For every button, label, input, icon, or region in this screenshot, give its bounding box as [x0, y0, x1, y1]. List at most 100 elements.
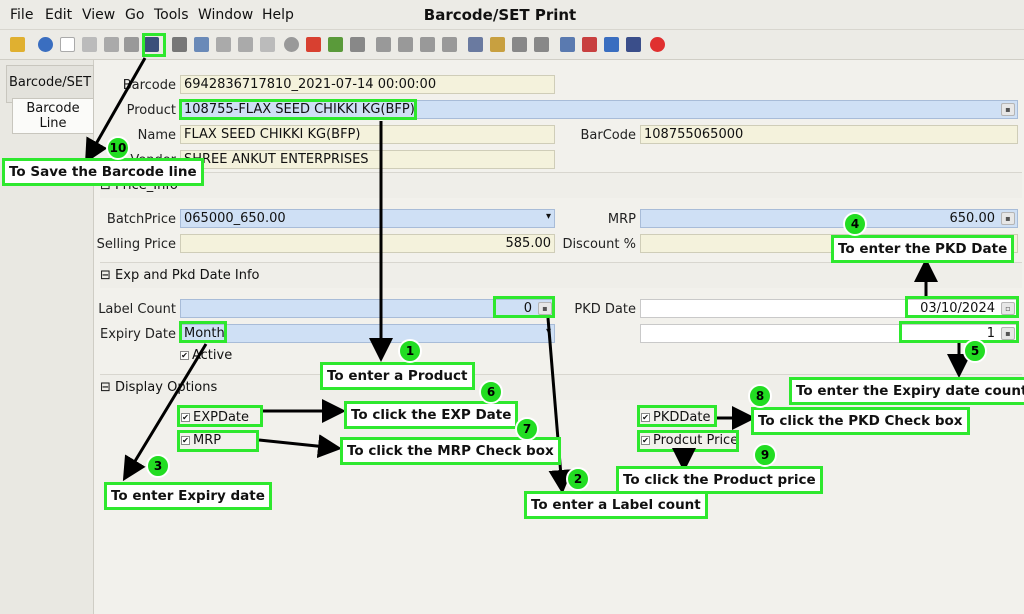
- back-icon[interactable]: [328, 37, 343, 52]
- history-icon[interactable]: [284, 37, 299, 52]
- badge-1: 1: [398, 339, 422, 363]
- check-icon: ✔: [180, 351, 189, 360]
- tab-panel: Barcode/SET Barcode Line: [0, 60, 94, 614]
- request-icon[interactable]: [626, 37, 641, 52]
- product-lookup-icon[interactable]: ▪: [1001, 103, 1015, 116]
- badge-2: 2: [566, 467, 590, 491]
- pkddate-checkbox[interactable]: ✔ PKDDate: [641, 410, 710, 425]
- mrp-value: 650.00: [949, 211, 996, 226]
- callout-7: To click the MRP Check box: [340, 437, 561, 465]
- copy-icon[interactable]: [82, 37, 97, 52]
- pkddate-label: PKDDate: [653, 410, 711, 425]
- product-field[interactable]: 108755-FLAX SEED CHIKKI KG(BFP) ▪: [180, 100, 1018, 119]
- check-icon: ✔: [181, 413, 190, 422]
- dates-title: Exp and Pkd Date Info: [115, 268, 260, 283]
- label-count-label: Label Count: [98, 302, 176, 317]
- product-info-icon[interactable]: [604, 37, 619, 52]
- expiry-count-field[interactable]: 1 ▪: [640, 324, 1018, 343]
- expiry-date-select[interactable]: Month ▾: [180, 324, 555, 343]
- close-icon[interactable]: [650, 37, 665, 52]
- callout-2: To enter a Label count: [524, 491, 708, 519]
- product-value: 108755-FLAX SEED CHIKKI KG(BFP): [184, 102, 415, 117]
- help-icon[interactable]: [38, 37, 53, 52]
- zoom-icon[interactable]: [560, 37, 575, 52]
- home-icon[interactable]: [306, 37, 321, 52]
- expiry-count-value: 1: [986, 326, 995, 341]
- check-icon: ✔: [641, 436, 650, 445]
- batchprice-label: BatchPrice: [106, 212, 176, 227]
- barcode2-label: BarCode: [580, 128, 636, 143]
- last-record-icon[interactable]: [442, 37, 457, 52]
- grid-icon[interactable]: [260, 37, 275, 52]
- name-field[interactable]: FLAX SEED CHIKKI KG(BFP): [180, 125, 555, 144]
- note-icon[interactable]: [238, 37, 253, 52]
- workflow-icon[interactable]: [582, 37, 597, 52]
- barcode2-field[interactable]: 108755065000: [640, 125, 1018, 144]
- callout-5: To enter the Expiry date count: [789, 377, 1024, 405]
- badge-3: 3: [146, 454, 170, 478]
- refresh-icon[interactable]: [172, 37, 187, 52]
- mrp-display-label: MRP: [193, 433, 222, 448]
- previous-record-icon[interactable]: [398, 37, 413, 52]
- product-price-label: Prodcut Price: [653, 433, 739, 448]
- forward-icon[interactable]: [350, 37, 365, 52]
- find-icon[interactable]: [194, 37, 209, 52]
- attach-icon[interactable]: [216, 37, 231, 52]
- discount-label: Discount %: [562, 237, 636, 252]
- calculator-icon[interactable]: ▪: [538, 302, 552, 315]
- badge-7: 7: [515, 417, 539, 441]
- tab-barcode-line[interactable]: Barcode Line: [12, 98, 94, 134]
- calculator-icon[interactable]: ▪: [1001, 212, 1015, 225]
- callout-6: To click the EXP Date: [344, 401, 519, 429]
- save-icon[interactable]: [144, 37, 159, 52]
- print-icon[interactable]: [534, 37, 549, 52]
- active-checkbox[interactable]: ✔ Active: [180, 348, 232, 363]
- window-title: Barcode/SET Print: [423, 6, 577, 24]
- barcode-field[interactable]: 6942836717810_2021-07-14 00:00:00: [180, 75, 555, 94]
- dates-section[interactable]: ⊟ Exp and Pkd Date Info: [100, 262, 1022, 288]
- expdate-label: EXPDate: [193, 410, 250, 425]
- first-record-icon[interactable]: [376, 37, 391, 52]
- callout-4: To enter the PKD Date: [831, 235, 1015, 263]
- callout-1: To enter a Product: [320, 362, 475, 390]
- undo-icon[interactable]: [10, 37, 25, 52]
- batchprice-value: 065000_650.00: [184, 211, 286, 226]
- callout-8: To click the PKD Check box: [751, 407, 970, 435]
- selling-price-label: Selling Price: [96, 237, 176, 252]
- vendor-field[interactable]: SHREE ANKUT ENTERPRISES: [180, 150, 555, 169]
- check-icon: ✔: [641, 413, 650, 422]
- report-icon[interactable]: [468, 37, 483, 52]
- mrp-field[interactable]: 650.00 ▪: [640, 209, 1018, 228]
- calculator-icon[interactable]: ▪: [1001, 327, 1015, 340]
- cut-icon[interactable]: [124, 37, 139, 52]
- badge-4: 4: [843, 212, 867, 236]
- new-icon[interactable]: [60, 37, 75, 52]
- badge-9: 9: [753, 443, 777, 467]
- product-price-checkbox[interactable]: ✔ Prodcut Price: [641, 433, 738, 448]
- label-count-field[interactable]: 0 ▪: [180, 299, 555, 318]
- barcode-label: Barcode: [122, 78, 176, 93]
- expiry-date-value: Month: [184, 326, 225, 341]
- selling-price-field[interactable]: 585.00: [180, 234, 555, 253]
- mrp-checkbox[interactable]: ✔ MRP: [181, 433, 221, 448]
- menu-bar: File Edit View Go Tools Window Help Barc…: [0, 0, 1024, 30]
- delete-icon[interactable]: [104, 37, 119, 52]
- display-options-title: Display Options: [115, 380, 218, 395]
- chevron-down-icon[interactable]: ▾: [546, 326, 551, 337]
- badge-6: 6: [479, 380, 503, 404]
- chevron-down-icon[interactable]: ▾: [546, 211, 551, 222]
- calendar-icon[interactable]: ▫: [1001, 302, 1015, 315]
- badge-8: 8: [748, 384, 772, 408]
- product-label: Product: [126, 103, 176, 118]
- mrp-label: MRP: [607, 212, 636, 227]
- expiry-date-label: Expiry Date: [99, 327, 176, 342]
- active-label: Active: [192, 348, 233, 363]
- price-info-section[interactable]: ⊟ Price_Info: [100, 172, 1022, 198]
- next-record-icon[interactable]: [420, 37, 435, 52]
- toolbar: [0, 30, 1024, 60]
- expdate-checkbox[interactable]: ✔ EXPDate: [181, 410, 249, 425]
- archive-icon[interactable]: [490, 37, 505, 52]
- print-preview-icon[interactable]: [512, 37, 527, 52]
- batchprice-select[interactable]: 065000_650.00 ▾: [180, 209, 555, 228]
- pkd-date-field[interactable]: 03/10/2024 ▫: [640, 299, 1018, 318]
